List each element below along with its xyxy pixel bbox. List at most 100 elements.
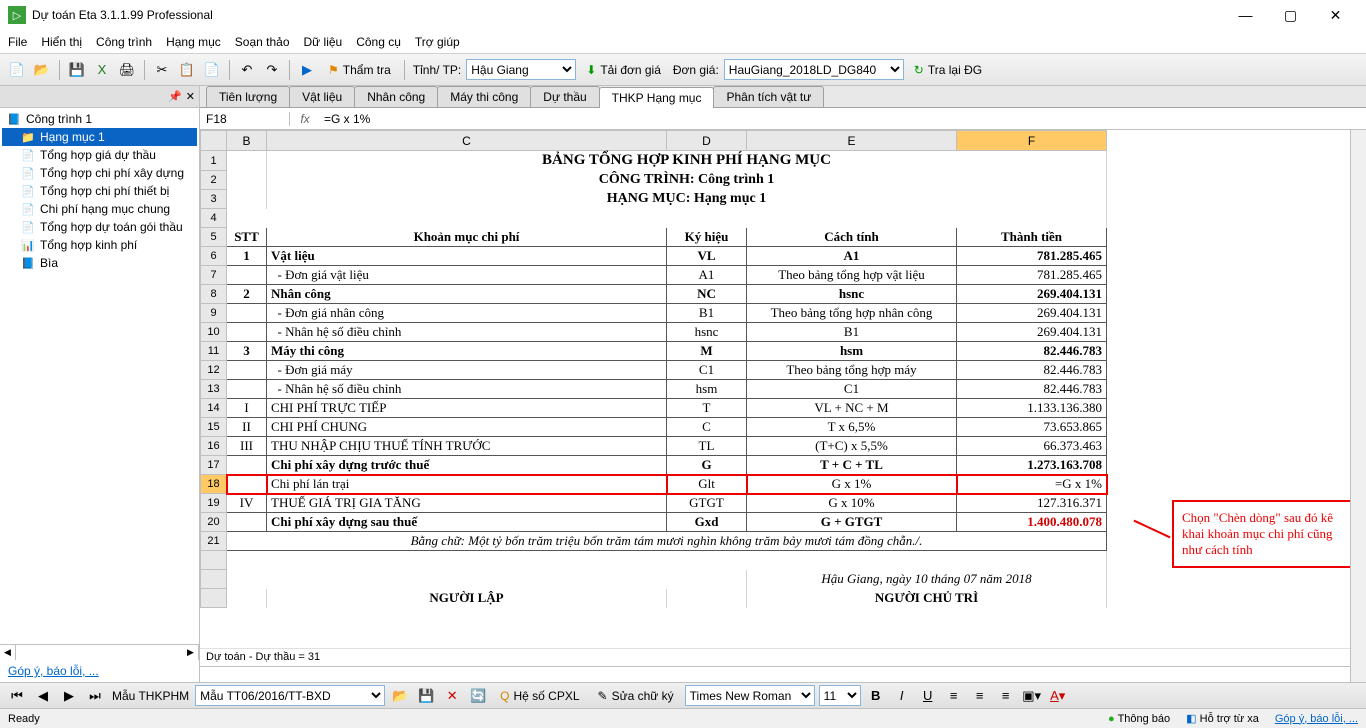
menu-congtrinh[interactable]: Công trình	[96, 35, 152, 49]
copy-icon[interactable]: 📋	[176, 59, 198, 81]
callout-connector	[1133, 520, 1170, 539]
cut-icon[interactable]: ✂	[151, 59, 173, 81]
save2-icon[interactable]: 💾	[415, 685, 437, 707]
tinh-label: Tỉnh/ TP:	[411, 63, 463, 77]
doc-icon: 📄	[20, 166, 36, 180]
paste-icon[interactable]: 📄	[201, 59, 223, 81]
doc-icon: 📄	[20, 148, 36, 162]
nav-last-icon[interactable]: ⏭	[84, 685, 106, 707]
doc-icon: 📊	[20, 238, 36, 252]
taidongia-button[interactable]: ⬇Tải đơn giá	[579, 59, 668, 81]
sidebar: 📌 ✕ 📘Công trình 1 📁Hạng mục 1📄Tổng hợp g…	[0, 86, 200, 682]
run-icon[interactable]: ▶	[296, 59, 318, 81]
tralai-button[interactable]: ↻Tra lại ĐG	[907, 59, 989, 81]
font-select[interactable]: Times New Roman	[685, 685, 815, 706]
minimize-button[interactable]: —	[1223, 1, 1268, 29]
menu-file[interactable]: File	[8, 35, 27, 49]
tree-item[interactable]: 📄Tổng hợp chi phí thiết bị	[2, 182, 197, 200]
sheet-tab[interactable]: Máy thi công	[437, 86, 531, 107]
dongia-select[interactable]: HauGiang_2018LD_DG840	[724, 59, 904, 80]
menubar: File Hiển thị Công trình Hạng mục Soạn t…	[0, 30, 1366, 54]
redo-icon[interactable]: ↷	[261, 59, 283, 81]
underline-icon[interactable]: U	[917, 685, 939, 707]
thamtra-button[interactable]: ⚑Thẩm tra	[321, 59, 398, 81]
sheet-tab[interactable]: Vật liệu	[289, 86, 355, 107]
sheet-tab[interactable]: Tiên lượng	[206, 86, 290, 107]
align-center-icon[interactable]: ≡	[969, 685, 991, 707]
open-icon[interactable]: 📂	[31, 59, 53, 81]
tree-item[interactable]: 📄Chi phí hạng mục chung	[2, 200, 197, 218]
sheet-status: Dự toán - Dự thầu = 31	[200, 648, 1366, 666]
excel-icon[interactable]: X	[91, 59, 113, 81]
doc-icon: 📘	[20, 256, 36, 270]
sheet-tab[interactable]: THKP Hạng mục	[599, 87, 715, 108]
tree-item[interactable]: 📘Bìa	[2, 254, 197, 272]
tree-item[interactable]: 📁Hạng mục 1	[2, 128, 197, 146]
nav-next-icon[interactable]: ▶	[58, 685, 80, 707]
grid[interactable]: BCDEF1BẢNG TỔNG HỢP KINH PHÍ HẠNG MỤC2CÔ…	[200, 130, 1366, 648]
sheet-tab[interactable]: Nhân công	[354, 86, 438, 107]
save-icon[interactable]: 💾	[66, 59, 88, 81]
delete-icon[interactable]: ✕	[441, 685, 463, 707]
name-box[interactable]: F18	[200, 112, 290, 126]
align-left-icon[interactable]: ≡	[943, 685, 965, 707]
new-icon[interactable]: 📄	[6, 59, 28, 81]
tree-item[interactable]: 📄Tổng hợp giá dự thầu	[2, 146, 197, 164]
sheet-tab[interactable]: Phân tích vật tư	[713, 86, 824, 107]
nav-prev-icon[interactable]: ◀	[32, 685, 54, 707]
tree-root[interactable]: 📘Công trình 1	[2, 110, 197, 128]
doc-icon: 📄	[20, 202, 36, 216]
close-button[interactable]: ✕	[1313, 1, 1358, 29]
doc-icon: 📁	[20, 130, 36, 144]
main-toolbar: 📄 📂 💾 X 🖨 ✂ 📋 📄 ↶ ↷ ▶ ⚑Thẩm tra Tỉnh/ TP…	[0, 54, 1366, 86]
bottom-toolbar: ⏮ ◀ ▶ ⏭ Mẫu THKPHM Mẫu TT06/2016/TT-BXD …	[0, 682, 1366, 708]
tree-item[interactable]: 📊Tổng hợp kinh phí	[2, 236, 197, 254]
close-panel-icon[interactable]: ✕	[186, 90, 195, 103]
folder-icon[interactable]: 📂	[389, 685, 411, 707]
refresh-icon[interactable]: 🔄	[467, 685, 489, 707]
menu-hienthi[interactable]: Hiển thị	[41, 35, 82, 49]
heso-button[interactable]: QHệ số CPXL	[493, 685, 586, 707]
pin-icon[interactable]: 📌	[168, 90, 182, 103]
menu-congcu[interactable]: Công cụ	[356, 35, 401, 49]
titlebar: ▷ Dự toán Eta 3.1.1.99 Professional — ▢ …	[0, 0, 1366, 30]
status-thongbao[interactable]: ● Thông báo	[1108, 713, 1170, 725]
doc-icon: 📄	[20, 220, 36, 234]
size-select[interactable]: 11	[819, 685, 861, 706]
horizontal-scrollbar[interactable]	[200, 666, 1366, 682]
bold-icon[interactable]: B	[865, 685, 887, 707]
tree-item[interactable]: 📄Tổng hợp dự toán gói thầu	[2, 218, 197, 236]
tinh-select[interactable]: Hậu Giang	[466, 59, 576, 80]
chuky-button[interactable]: ✎Sửa chữ ký	[591, 685, 681, 707]
menu-hangmuc[interactable]: Hạng mục	[166, 35, 221, 49]
tree-item[interactable]: 📄Tổng hợp chi phí xây dựng	[2, 164, 197, 182]
sidebar-hscroll[interactable]: ◀▶	[0, 644, 199, 660]
menu-trogiup[interactable]: Trợ giúp	[415, 35, 460, 49]
undo-icon[interactable]: ↶	[236, 59, 258, 81]
vertical-scrollbar[interactable]	[1350, 130, 1366, 682]
book-icon: 📘	[6, 112, 22, 126]
status-hotro[interactable]: ◧ Hỗ trợ từ xa	[1186, 712, 1259, 725]
print-icon[interactable]: 🖨	[116, 59, 138, 81]
nav-first-icon[interactable]: ⏮	[6, 685, 28, 707]
status-gopy[interactable]: Góp ý, báo lỗi, ...	[1275, 713, 1358, 725]
maximize-button[interactable]: ▢	[1268, 1, 1313, 29]
formula-input[interactable]	[320, 112, 1366, 126]
sheet-tabs: Tiên lượngVật liệuNhân côngMáy thi côngD…	[200, 86, 1366, 108]
menu-soanthao[interactable]: Soạn thảo	[235, 35, 290, 49]
fill-color-icon[interactable]: ▣▾	[1021, 685, 1043, 707]
content: Tiên lượngVật liệuNhân côngMáy thi côngD…	[200, 86, 1366, 682]
italic-icon[interactable]: I	[891, 685, 913, 707]
mau-select[interactable]: Mẫu TT06/2016/TT-BXD	[195, 685, 385, 706]
statusbar: Ready ● Thông báo ◧ Hỗ trợ từ xa Góp ý, …	[0, 708, 1366, 728]
status-ready: Ready	[8, 713, 40, 725]
formula-bar: F18 fx	[200, 108, 1366, 130]
feedback-link[interactable]: Góp ý, báo lỗi, ...	[8, 664, 99, 678]
callout: Chọn "Chèn dòng" sau đó kê khai khoản mụ…	[1172, 500, 1358, 568]
menu-dulieu[interactable]: Dữ liệu	[304, 35, 343, 49]
align-right-icon[interactable]: ≡	[995, 685, 1017, 707]
fx-icon: fx	[290, 112, 320, 126]
font-color-icon[interactable]: A▾	[1047, 685, 1069, 707]
sheet-tab[interactable]: Dự thầu	[530, 86, 599, 107]
window-title: Dự toán Eta 3.1.1.99 Professional	[32, 8, 1223, 22]
